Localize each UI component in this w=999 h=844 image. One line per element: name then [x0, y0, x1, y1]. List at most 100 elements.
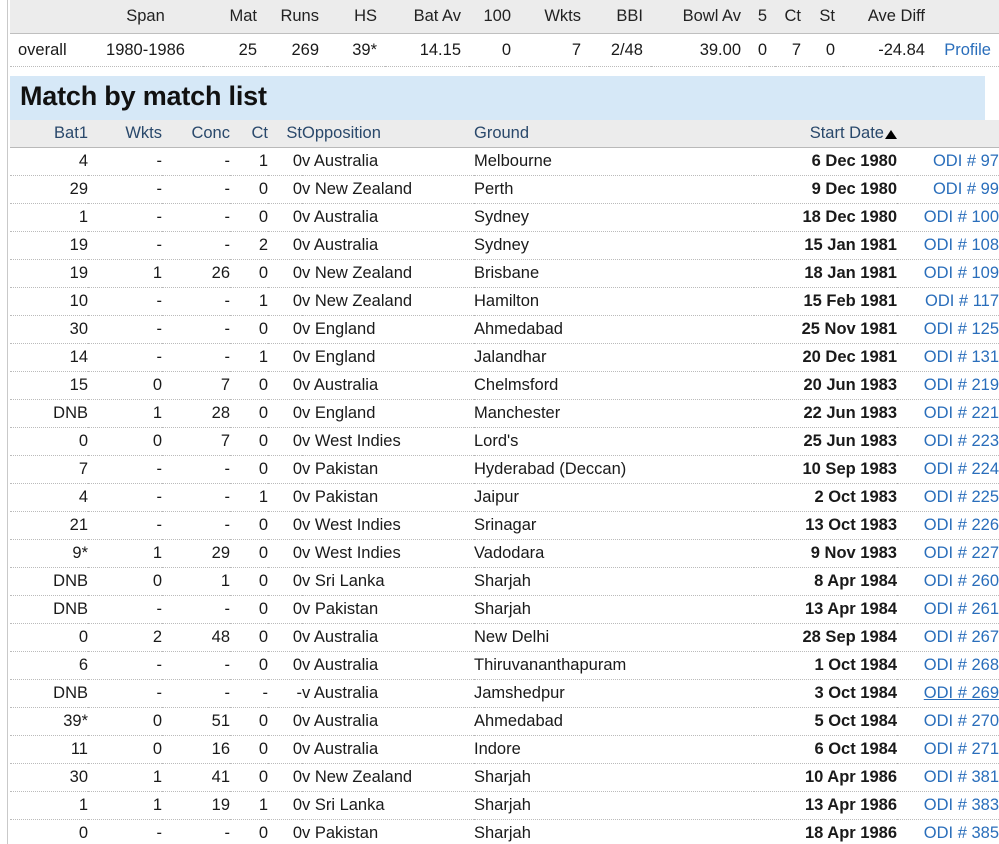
cell-opposition: v Pakistan — [302, 595, 474, 624]
match-link[interactable]: ODI # 269 — [924, 684, 999, 702]
cell-conc: - — [162, 511, 230, 540]
match-link[interactable]: ODI # 117 — [925, 292, 999, 310]
match-link[interactable]: ODI # 224 — [924, 460, 999, 478]
table-row: 29- -0 0 v New Zealand Perth 9 Dec 1980 ODI # … — [10, 175, 999, 204]
cell-opposition: v West Indies — [302, 539, 474, 568]
table-row: 1 1 19 1 0 v Sri Lanka Sharjah 13 Apr 1986 ODI #… — [10, 791, 999, 820]
column-header-ct[interactable]: Ct — [230, 120, 268, 148]
match-link[interactable]: ODI # 383 — [924, 796, 999, 814]
cell-match-link: ODI # 99 — [897, 175, 999, 204]
match-link[interactable]: ODI # 223 — [924, 432, 999, 450]
match-link[interactable]: ODI # 219 — [924, 376, 999, 394]
cell-match-link: ODI # 109 — [897, 259, 999, 288]
cell-st: 0 — [268, 259, 302, 288]
cell-wkts: 1 — [88, 763, 162, 792]
cell-match-link: ODI # 131 — [897, 343, 999, 372]
summary-header-span: Span — [88, 0, 203, 34]
match-link[interactable]: ODI # 267 — [924, 628, 999, 646]
cell-bat1: 0 — [10, 427, 88, 456]
match-link[interactable]: ODI # 99 — [933, 180, 999, 198]
match-link[interactable]: ODI # 227 — [924, 544, 999, 562]
match-link[interactable]: ODI # 221 — [924, 404, 999, 422]
match-link[interactable]: ODI # 271 — [924, 740, 999, 758]
cell-wkts: - — [88, 483, 162, 512]
match-link[interactable]: ODI # 261 — [924, 600, 999, 618]
profile-link[interactable]: Profile — [944, 41, 991, 59]
match-link[interactable]: ODI # 108 — [924, 236, 999, 254]
column-header-st[interactable]: St — [268, 120, 302, 148]
cell-opposition: v Sri Lanka — [302, 567, 474, 596]
cell-ground: Hamilton — [474, 287, 754, 316]
column-header-opposition[interactable]: Opposition — [302, 120, 474, 148]
cell-st: 0 — [268, 399, 302, 428]
match-link[interactable]: ODI # 381 — [924, 768, 999, 786]
table-row: DNB 0 1 0 0 v Sri Lanka Sharjah 8 Apr 1984 ODI #… — [10, 567, 999, 596]
cell-start-date: 18 Jan 1981 — [754, 259, 897, 288]
cell-st: 0 — [268, 819, 302, 844]
cell-bat1: 7 — [10, 455, 88, 484]
cell-start-date: 20 Dec 1981 — [754, 343, 897, 372]
table-row: DNB - -0 0 v Pakistan Sharjah 13 Apr 1984 ODI #… — [10, 595, 999, 624]
cell-conc: 7 — [162, 371, 230, 400]
summary-runs: 269 — [265, 33, 327, 67]
match-link[interactable]: ODI # 385 — [924, 824, 999, 842]
cell-start-date: 1 Oct 1984 — [754, 651, 897, 680]
cell-opposition: v Pakistan — [302, 483, 474, 512]
cell-bat1: 29 — [10, 175, 88, 204]
table-row: 4--10v Australia Melbourne 6 Dec 1980 ODI #… — [10, 147, 999, 176]
cell-conc: 7 — [162, 427, 230, 456]
cell-ground: Manchester — [474, 399, 754, 428]
summary-mat: 25 — [203, 33, 265, 67]
cell-wkts: 0 — [88, 707, 162, 736]
table-row: 9* 1 29 0 0 v West Indies Vadodara 9 Nov 1983 OD… — [10, 539, 999, 568]
match-link[interactable]: ODI # 268 — [924, 656, 999, 674]
match-link[interactable]: ODI # 225 — [924, 488, 999, 506]
cell-match-link: ODI # 221 — [897, 399, 999, 428]
match-link[interactable]: ODI # 260 — [924, 572, 999, 590]
cell-opposition: v Sri Lanka — [302, 791, 474, 820]
match-link[interactable]: ODI # 226 — [924, 516, 999, 534]
summary-header-bbi: BBI — [589, 0, 651, 34]
column-header-start-date-label: Start Date — [809, 124, 884, 142]
cell-wkts: 0 — [88, 567, 162, 596]
cell-start-date: 6 Dec 1980 — [754, 147, 897, 176]
cell-wkts: - — [88, 231, 162, 260]
cell-ground: Jaipur — [474, 483, 754, 512]
cell-opposition: v Australia — [302, 147, 474, 176]
cell-wkts: 1 — [88, 539, 162, 568]
cell-wkts: - — [88, 147, 162, 176]
cell-wkts: 1 — [88, 259, 162, 288]
column-header-bat1[interactable]: Bat1 — [10, 120, 88, 148]
match-link[interactable]: ODI # 100 — [924, 208, 999, 226]
column-header-wkts[interactable]: Wkts — [88, 120, 162, 148]
cell-match-link: ODI # 97 — [897, 147, 999, 176]
cell-st: 0 — [268, 371, 302, 400]
summary-header-profile — [933, 0, 999, 34]
table-row: 00700v West Indies Lord's 25 Jun 1983 ODI #… — [10, 427, 999, 456]
match-link[interactable]: ODI # 270 — [924, 712, 999, 730]
table-row: 21- -0 0 v West Indies Srinagar 13 Oct 1983 OD… — [10, 511, 999, 540]
match-link[interactable]: ODI # 125 — [924, 320, 999, 338]
cell-opposition: v Australia — [302, 623, 474, 652]
cell-conc: 1 — [162, 567, 230, 596]
summary-label: overall — [10, 33, 88, 67]
cell-match-link: ODI # 223 — [897, 427, 999, 456]
cell-opposition: v West Indies — [302, 427, 474, 456]
table-row: DNB - - - - v Australia Jamshedpur 3 Oct 1984 OD… — [10, 679, 999, 708]
cell-start-date: 25 Nov 1981 — [754, 315, 897, 344]
cell-conc: - — [162, 343, 230, 372]
column-header-start-date[interactable]: Start Date — [754, 120, 897, 148]
cell-st: 0 — [268, 483, 302, 512]
column-header-conc[interactable]: Conc — [162, 120, 230, 148]
cell-wkts: - — [88, 651, 162, 680]
column-header-ground[interactable]: Ground — [474, 120, 754, 148]
table-row: 30 1 41 0 0 v New Zealand Sharjah 10 Apr 1986 OD… — [10, 763, 999, 792]
match-link[interactable]: ODI # 109 — [924, 264, 999, 282]
cell-bat1: 4 — [10, 147, 88, 176]
match-link[interactable]: ODI # 131 — [924, 348, 999, 366]
match-list-section: Bat1 Wkts Conc Ct St Opposition Ground S… — [10, 120, 999, 844]
match-link[interactable]: ODI # 97 — [933, 152, 999, 170]
cell-opposition: v Australia — [302, 735, 474, 764]
summary-header-100: 100 — [469, 0, 519, 34]
cell-ct: 1 — [230, 483, 268, 512]
